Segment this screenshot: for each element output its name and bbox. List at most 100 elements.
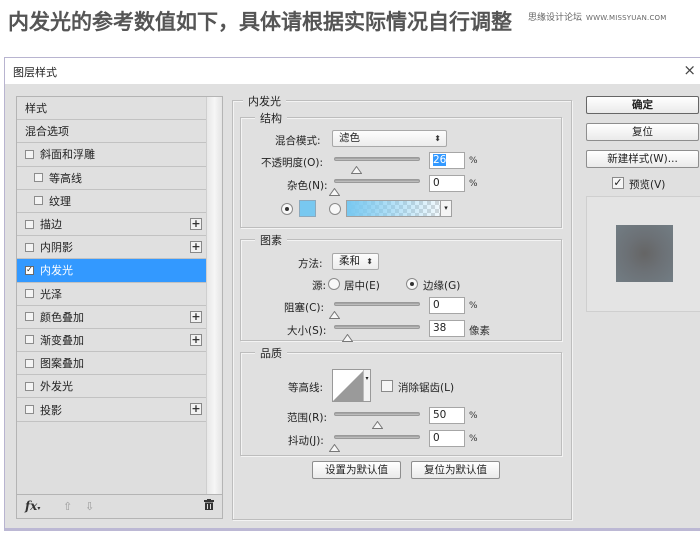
style-list-item[interactable]: ✓ 内发光	[17, 259, 206, 283]
slider-track[interactable]	[334, 435, 420, 439]
method-select[interactable]: 柔和 ⬍	[332, 253, 379, 270]
blend-mode-value: 滤色	[339, 132, 360, 144]
slider-thumb[interactable]	[328, 304, 341, 319]
style-list-item-label: 内阴影	[40, 241, 73, 255]
choke-label: 阻塞(C):	[284, 302, 325, 314]
source-label: 源:	[312, 280, 327, 292]
opacity-slider[interactable]	[334, 154, 420, 174]
style-checkbox[interactable]	[25, 405, 34, 415]
plus-icon[interactable]: +	[190, 217, 202, 230]
size-input[interactable]: 38	[429, 320, 465, 337]
slider-thumb[interactable]	[341, 327, 354, 342]
set-default-button[interactable]: 设置为默认值	[312, 461, 401, 479]
style-list-item[interactable]: 渐变叠加 +	[17, 328, 206, 353]
style-checkbox[interactable]: ✓	[25, 265, 34, 275]
select-caret-icon: ⬍	[366, 257, 373, 266]
plus-icon[interactable]: +	[190, 310, 202, 323]
noise-label: 杂色(N):	[287, 180, 328, 192]
ok-button[interactable]: 确定	[586, 96, 699, 114]
noise-slider[interactable]	[328, 176, 420, 196]
plus-icon[interactable]: +	[190, 333, 202, 346]
solid-color-radio[interactable]	[281, 203, 293, 215]
noise-input[interactable]: 0	[429, 175, 465, 192]
reset-button[interactable]: 复位	[586, 123, 699, 141]
gradient-picker[interactable]: ▾	[346, 200, 452, 217]
fx-icon[interactable]: fx▾	[25, 499, 40, 513]
style-checkbox[interactable]	[34, 196, 43, 206]
plus-icon[interactable]: +	[190, 241, 202, 254]
contour-label: 等高线:	[288, 382, 324, 394]
style-checkbox[interactable]	[25, 242, 34, 252]
style-list-item[interactable]: 投影 +	[17, 398, 206, 422]
style-list-item[interactable]: 描边 +	[17, 212, 206, 237]
style-list-item-label: 等高线	[49, 171, 82, 185]
style-checkbox[interactable]	[25, 358, 34, 368]
slider-track[interactable]	[334, 179, 420, 183]
style-checkbox[interactable]	[25, 312, 34, 322]
slider-thumb[interactable]	[350, 159, 363, 174]
opacity-unit: %	[469, 156, 478, 166]
style-list-item[interactable]: 样式	[17, 97, 206, 121]
style-list-item[interactable]: 外发光	[17, 375, 206, 399]
plus-icon[interactable]: +	[190, 403, 202, 416]
move-down-icon[interactable]: ⇩	[85, 500, 94, 513]
preview-checkbox[interactable]: ✓	[612, 177, 624, 189]
range-slider[interactable]	[334, 409, 420, 429]
glow-color-swatch[interactable]	[299, 200, 316, 217]
size-slider[interactable]	[334, 322, 420, 342]
contour-picker[interactable]: ▾	[332, 369, 371, 402]
style-checkbox[interactable]	[25, 289, 34, 299]
style-list-item-label: 颜色叠加	[40, 310, 84, 324]
style-checkbox[interactable]	[25, 335, 34, 345]
style-checkbox[interactable]	[25, 149, 34, 159]
layer-style-dialog: 图层样式 × 样式 混合选项 斜面和浮雕 等高线 纹理 描边 + 内阴影 + ✓ 内发光 光泽 颜色叠加…	[4, 57, 700, 531]
blend-mode-select[interactable]: 滤色 ⬍	[332, 130, 447, 147]
style-list-item[interactable]: 光泽	[17, 282, 206, 306]
range-input[interactable]: 50	[429, 407, 465, 424]
title-bar: 图层样式 ×	[5, 58, 700, 84]
style-list-item[interactable]: 斜面和浮雕	[17, 143, 206, 167]
style-list-item-label: 描边	[40, 218, 62, 232]
watermark-site: 思缘设计论坛	[528, 13, 583, 23]
source-center-radio[interactable]	[328, 278, 340, 290]
style-list-item-label: 纹理	[49, 194, 71, 208]
jitter-slider[interactable]	[328, 432, 420, 452]
style-checkbox[interactable]	[25, 381, 34, 391]
list-scrollbar[interactable]	[206, 97, 222, 495]
source-center-label: 居中(E)	[344, 280, 380, 292]
opacity-input[interactable]: 26	[429, 152, 465, 169]
style-list-item[interactable]: 颜色叠加 +	[17, 305, 206, 329]
style-list-item[interactable]: 混合选项	[17, 120, 206, 144]
close-icon[interactable]: ×	[683, 61, 696, 79]
choke-input[interactable]: 0	[429, 297, 465, 314]
source-edge-radio[interactable]	[406, 278, 418, 290]
watermark: 思缘设计论坛 WWW.MISSYUAN.COM	[528, 10, 666, 23]
style-checkbox[interactable]	[25, 219, 34, 229]
elements-title: 图素	[255, 232, 287, 248]
dialog-title: 图层样式	[13, 66, 57, 79]
slider-track[interactable]	[334, 302, 420, 306]
antialias-checkbox[interactable]	[381, 380, 393, 392]
gradient-radio[interactable]	[329, 203, 341, 215]
preview-label: 预览(V)	[629, 179, 666, 191]
slider-track[interactable]	[334, 157, 420, 161]
source-edge-label: 边缘(G)	[423, 280, 461, 292]
preview-square	[616, 225, 673, 282]
style-list-item[interactable]: 纹理	[17, 189, 206, 213]
reset-default-button[interactable]: 复位为默认值	[411, 461, 500, 479]
trash-icon[interactable]	[204, 499, 214, 513]
style-list-item[interactable]: 内阴影 +	[17, 236, 206, 260]
style-checkbox[interactable]	[34, 173, 43, 183]
slider-thumb[interactable]	[371, 414, 384, 429]
inner-glow-title: 内发光	[243, 93, 286, 109]
slider-thumb[interactable]	[328, 181, 341, 196]
style-list-item[interactable]: 图案叠加	[17, 352, 206, 376]
jitter-unit: %	[469, 434, 478, 444]
slider-thumb[interactable]	[328, 437, 341, 452]
move-up-icon[interactable]: ⇧	[63, 500, 72, 513]
style-list-item[interactable]: 等高线	[17, 166, 206, 190]
preview-thumbnail	[586, 196, 700, 312]
new-style-button[interactable]: 新建样式(W)...	[586, 150, 699, 168]
jitter-input[interactable]: 0	[429, 430, 465, 447]
choke-slider[interactable]	[328, 299, 420, 319]
